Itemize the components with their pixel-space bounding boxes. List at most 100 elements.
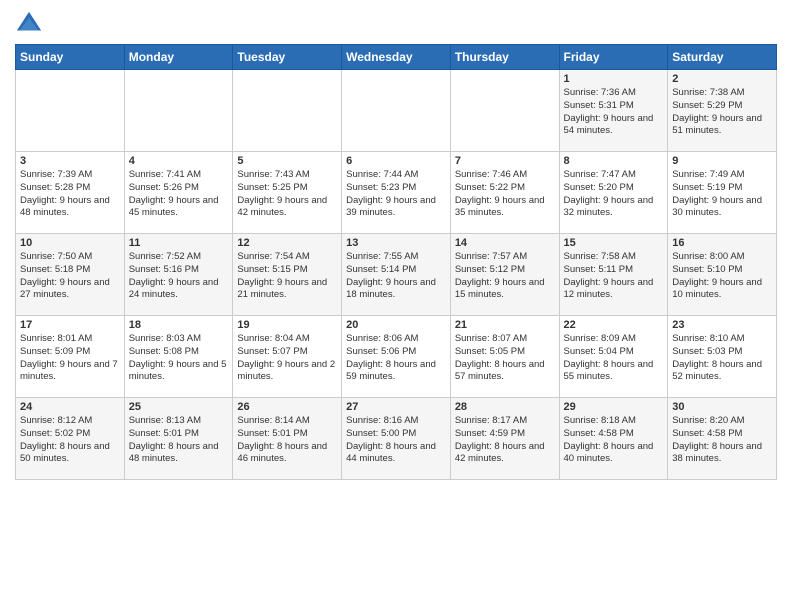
day-number: 2 [672, 73, 772, 85]
day-number: 29 [564, 401, 664, 413]
day-number: 24 [20, 401, 120, 413]
calendar-cell: 25 Sunrise: 8:13 AM Sunset: 5:01 PM Dayli… [124, 398, 233, 480]
calendar-cell: 28 Sunrise: 8:17 AM Sunset: 4:59 PM Dayli… [450, 398, 559, 480]
calendar-cell: 24 Sunrise: 8:12 AM Sunset: 5:02 PM Dayli… [16, 398, 125, 480]
logo-icon [15, 10, 43, 38]
day-info: Sunrise: 7:50 AM Sunset: 5:18 PM Dayligh… [20, 251, 120, 302]
day-number: 25 [129, 401, 229, 413]
weekday-header: Saturday [668, 45, 777, 70]
calendar-cell: 3 Sunrise: 7:39 AM Sunset: 5:28 PM Daylig… [16, 152, 125, 234]
calendar-cell: 5 Sunrise: 7:43 AM Sunset: 5:25 PM Daylig… [233, 152, 342, 234]
day-number: 3 [20, 155, 120, 167]
calendar-cell: 12 Sunrise: 7:54 AM Sunset: 5:15 PM Dayli… [233, 234, 342, 316]
weekday-header: Thursday [450, 45, 559, 70]
day-info: Sunrise: 7:39 AM Sunset: 5:28 PM Dayligh… [20, 169, 120, 220]
day-info: Sunrise: 8:03 AM Sunset: 5:08 PM Dayligh… [129, 333, 229, 384]
calendar-cell: 29 Sunrise: 8:18 AM Sunset: 4:58 PM Dayli… [559, 398, 668, 480]
day-info: Sunrise: 7:54 AM Sunset: 5:15 PM Dayligh… [237, 251, 337, 302]
calendar-week-row: 1Sunrise: 7:36 AM Sunset: 5:31 PM Daylig… [16, 70, 777, 152]
day-info: Sunrise: 8:16 AM Sunset: 5:00 PM Dayligh… [346, 415, 446, 466]
day-info: Sunrise: 7:43 AM Sunset: 5:25 PM Dayligh… [237, 169, 337, 220]
day-info: Sunrise: 7:44 AM Sunset: 5:23 PM Dayligh… [346, 169, 446, 220]
day-info: Sunrise: 8:13 AM Sunset: 5:01 PM Dayligh… [129, 415, 229, 466]
day-info: Sunrise: 8:18 AM Sunset: 4:58 PM Dayligh… [564, 415, 664, 466]
day-number: 12 [237, 237, 337, 249]
day-info: Sunrise: 7:49 AM Sunset: 5:19 PM Dayligh… [672, 169, 772, 220]
day-number: 18 [129, 319, 229, 331]
calendar-cell: 16Sunrise: 8:00 AM Sunset: 5:10 PM Dayli… [668, 234, 777, 316]
calendar-cell: 23 Sunrise: 8:10 AM Sunset: 5:03 PM Dayli… [668, 316, 777, 398]
day-info: Sunrise: 7:52 AM Sunset: 5:16 PM Dayligh… [129, 251, 229, 302]
day-info: Sunrise: 8:06 AM Sunset: 5:06 PM Dayligh… [346, 333, 446, 384]
day-info: Sunrise: 7:41 AM Sunset: 5:26 PM Dayligh… [129, 169, 229, 220]
calendar-cell [233, 70, 342, 152]
calendar-cell: 13 Sunrise: 7:55 AM Sunset: 5:14 PM Dayli… [342, 234, 451, 316]
calendar-cell: 20 Sunrise: 8:06 AM Sunset: 5:06 PM Dayli… [342, 316, 451, 398]
day-info: Sunrise: 8:09 AM Sunset: 5:04 PM Dayligh… [564, 333, 664, 384]
calendar-cell: 19 Sunrise: 8:04 AM Sunset: 5:07 PM Dayli… [233, 316, 342, 398]
day-info: Sunrise: 8:10 AM Sunset: 5:03 PM Dayligh… [672, 333, 772, 384]
day-number: 26 [237, 401, 337, 413]
weekday-header: Sunday [16, 45, 125, 70]
day-number: 20 [346, 319, 446, 331]
day-info: Sunrise: 7:38 AM Sunset: 5:29 PM Dayligh… [672, 87, 772, 138]
day-number: 11 [129, 237, 229, 249]
calendar-cell: 11 Sunrise: 7:52 AM Sunset: 5:16 PM Dayli… [124, 234, 233, 316]
page: SundayMondayTuesdayWednesdayThursdayFrid… [0, 0, 792, 612]
day-number: 21 [455, 319, 555, 331]
calendar-cell: 17Sunrise: 8:01 AM Sunset: 5:09 PM Dayli… [16, 316, 125, 398]
header [15, 10, 777, 38]
calendar-cell: 6 Sunrise: 7:44 AM Sunset: 5:23 PM Daylig… [342, 152, 451, 234]
day-info: Sunrise: 7:55 AM Sunset: 5:14 PM Dayligh… [346, 251, 446, 302]
day-number: 9 [672, 155, 772, 167]
calendar-cell: 8 Sunrise: 7:47 AM Sunset: 5:20 PM Daylig… [559, 152, 668, 234]
calendar-cell: 2 Sunrise: 7:38 AM Sunset: 5:29 PM Daylig… [668, 70, 777, 152]
day-number: 4 [129, 155, 229, 167]
calendar-cell: 1Sunrise: 7:36 AM Sunset: 5:31 PM Daylig… [559, 70, 668, 152]
calendar-week-row: 10Sunrise: 7:50 AM Sunset: 5:18 PM Dayli… [16, 234, 777, 316]
calendar-cell [450, 70, 559, 152]
calendar-cell: 15 Sunrise: 7:58 AM Sunset: 5:11 PM Dayli… [559, 234, 668, 316]
day-info: Sunrise: 7:46 AM Sunset: 5:22 PM Dayligh… [455, 169, 555, 220]
weekday-header: Friday [559, 45, 668, 70]
calendar-cell: 14 Sunrise: 7:57 AM Sunset: 5:12 PM Dayli… [450, 234, 559, 316]
calendar-cell [342, 70, 451, 152]
day-number: 15 [564, 237, 664, 249]
day-number: 5 [237, 155, 337, 167]
calendar-week-row: 17Sunrise: 8:01 AM Sunset: 5:09 PM Dayli… [16, 316, 777, 398]
day-info: Sunrise: 8:12 AM Sunset: 5:02 PM Dayligh… [20, 415, 120, 466]
day-number: 22 [564, 319, 664, 331]
day-number: 23 [672, 319, 772, 331]
calendar-cell: 27Sunrise: 8:16 AM Sunset: 5:00 PM Dayli… [342, 398, 451, 480]
calendar: SundayMondayTuesdayWednesdayThursdayFrid… [15, 44, 777, 480]
calendar-cell: 10Sunrise: 7:50 AM Sunset: 5:18 PM Dayli… [16, 234, 125, 316]
calendar-cell: 26 Sunrise: 8:14 AM Sunset: 5:01 PM Dayli… [233, 398, 342, 480]
calendar-week-row: 24 Sunrise: 8:12 AM Sunset: 5:02 PM Dayli… [16, 398, 777, 480]
day-info: Sunrise: 8:07 AM Sunset: 5:05 PM Dayligh… [455, 333, 555, 384]
day-number: 8 [564, 155, 664, 167]
day-info: Sunrise: 8:00 AM Sunset: 5:10 PM Dayligh… [672, 251, 772, 302]
calendar-cell: 18 Sunrise: 8:03 AM Sunset: 5:08 PM Dayli… [124, 316, 233, 398]
calendar-cell: 4 Sunrise: 7:41 AM Sunset: 5:26 PM Daylig… [124, 152, 233, 234]
day-number: 30 [672, 401, 772, 413]
day-info: Sunrise: 8:17 AM Sunset: 4:59 PM Dayligh… [455, 415, 555, 466]
day-info: Sunrise: 8:04 AM Sunset: 5:07 PM Dayligh… [237, 333, 337, 384]
day-info: Sunrise: 7:57 AM Sunset: 5:12 PM Dayligh… [455, 251, 555, 302]
day-number: 13 [346, 237, 446, 249]
weekday-header: Wednesday [342, 45, 451, 70]
day-number: 19 [237, 319, 337, 331]
day-info: Sunrise: 7:58 AM Sunset: 5:11 PM Dayligh… [564, 251, 664, 302]
calendar-week-row: 3 Sunrise: 7:39 AM Sunset: 5:28 PM Daylig… [16, 152, 777, 234]
day-info: Sunrise: 8:20 AM Sunset: 4:58 PM Dayligh… [672, 415, 772, 466]
weekday-header: Tuesday [233, 45, 342, 70]
day-info: Sunrise: 8:14 AM Sunset: 5:01 PM Dayligh… [237, 415, 337, 466]
day-number: 6 [346, 155, 446, 167]
calendar-cell [124, 70, 233, 152]
calendar-cell: 22 Sunrise: 8:09 AM Sunset: 5:04 PM Dayli… [559, 316, 668, 398]
day-number: 14 [455, 237, 555, 249]
day-info: Sunrise: 7:47 AM Sunset: 5:20 PM Dayligh… [564, 169, 664, 220]
day-number: 28 [455, 401, 555, 413]
weekday-header: Monday [124, 45, 233, 70]
calendar-cell: 7Sunrise: 7:46 AM Sunset: 5:22 PM Daylig… [450, 152, 559, 234]
logo [15, 10, 47, 38]
